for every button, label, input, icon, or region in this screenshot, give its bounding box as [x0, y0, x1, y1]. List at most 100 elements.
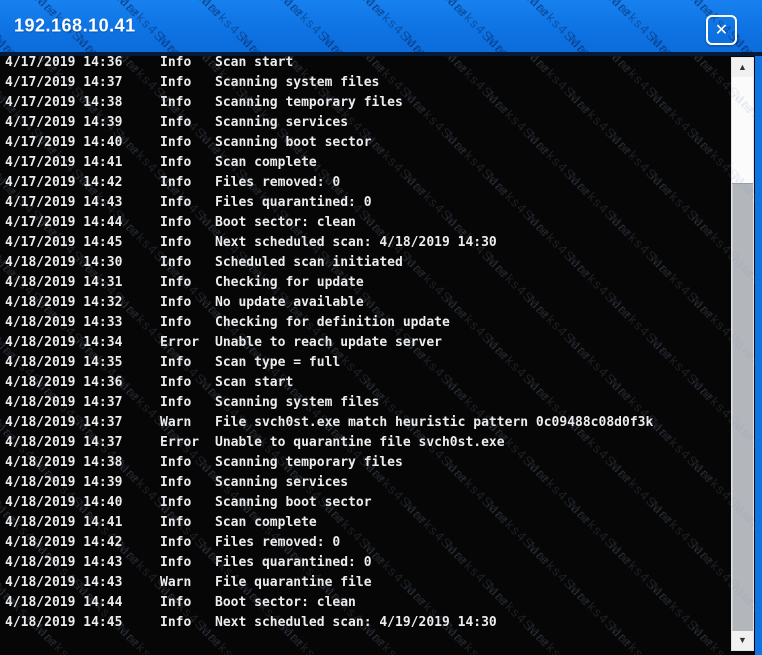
log-timestamp: 4/18/2019 14:41: [5, 514, 123, 530]
log-message: Scheduled scan initiated: [215, 254, 403, 270]
watermark-text: Marks4Sure: [237, 0, 308, 21]
log-row: 4/18/2019 14:30 Info Scheduled scan initia…: [5, 252, 725, 272]
log-row: 4/17/2019 14:45 Info Next scheduled scan: …: [5, 232, 725, 252]
log-timestamp: 4/18/2019 14:42: [5, 534, 123, 550]
log-message: Files quarantined: 0: [215, 554, 372, 570]
window-title: 192.168.10.41: [14, 15, 136, 36]
log-level: Info: [160, 374, 192, 390]
log-level: Info: [160, 354, 192, 370]
log-row: 4/18/2019 14:43 Info Files quarantined: 0: [5, 552, 725, 572]
log-row: 4/18/2019 14:39 Info Scanning services: [5, 472, 725, 492]
log-level: Info: [160, 94, 192, 110]
log-timestamp: 4/18/2019 14:37: [5, 414, 123, 430]
log-message: Scanning temporary files: [215, 94, 403, 110]
watermark-text: Marks4Sure: [319, 0, 390, 21]
log-message: Scanning services: [215, 474, 349, 490]
log-row: 4/17/2019 14:37 Info Scanning system files: [5, 72, 725, 92]
log-message: Boot sector: clean: [215, 214, 356, 230]
log-level: Warn: [160, 574, 192, 590]
scrollbar-thumb[interactable]: [732, 183, 753, 631]
vertical-scrollbar[interactable]: ▲ ▼: [731, 57, 754, 651]
watermark-text: Marks4Sure: [360, 0, 432, 52]
log-timestamp: 4/18/2019 14:44: [5, 594, 123, 610]
log-level: Info: [160, 74, 192, 90]
log-timestamp: 4/17/2019 14:45: [5, 234, 123, 250]
log-timestamp: 4/17/2019 14:37: [5, 74, 123, 90]
watermark-text: Marks4Sure: [483, 32, 554, 52]
down-arrow-icon: ▼: [738, 635, 747, 645]
log-timestamp: 4/18/2019 14:32: [5, 294, 123, 310]
scroll-up-button[interactable]: ▲: [732, 58, 753, 77]
log-level: Info: [160, 474, 192, 490]
log-timestamp: 4/18/2019 14:43: [5, 554, 123, 570]
log-message: Unable to quarantine file svch0st.exe: [215, 434, 505, 450]
scroll-down-button[interactable]: ▼: [732, 631, 753, 650]
log-level: Info: [160, 454, 192, 470]
log-timestamp: 4/18/2019 14:33: [5, 314, 123, 330]
close-icon: ✕: [714, 20, 729, 39]
scrollbar-track[interactable]: [732, 77, 753, 631]
log-message: Scan start: [215, 374, 294, 390]
log-row: 4/17/2019 14:36 Info Scan start: [5, 56, 725, 72]
log-row: 4/18/2019 14:37 Error Unable to quarantine…: [5, 432, 725, 452]
log-timestamp: 4/18/2019 14:40: [5, 494, 123, 510]
log-row: 4/18/2019 14:34 Error Unable to reach upda…: [5, 332, 725, 352]
log-row: 4/18/2019 14:37 Info Scanning system files: [5, 392, 725, 412]
log-level: Info: [160, 534, 192, 550]
log-message: Scanning services: [215, 114, 349, 130]
log-row: 4/18/2019 14:33 Info Checking for definiti…: [5, 312, 725, 332]
log-row: 4/18/2019 14:43 Warn File quarantine file: [5, 572, 725, 592]
log-message: Files removed: 0: [215, 174, 341, 190]
log-timestamp: 4/18/2019 14:34: [5, 334, 123, 350]
log-row: 4/17/2019 14:40 Info Scanning boot sector: [5, 132, 725, 152]
watermark-text: Marks4Sure: [196, 0, 268, 52]
log-timestamp: 4/18/2019 14:30: [5, 254, 123, 270]
log-timestamp: 4/17/2019 14:40: [5, 134, 123, 150]
log-level: Info: [160, 494, 192, 510]
log-level: Info: [160, 134, 192, 150]
log-level: Info: [160, 274, 192, 290]
log-level: Info: [160, 254, 192, 270]
log-level: Info: [160, 394, 192, 410]
log-message: Scanning temporary files: [215, 454, 403, 470]
watermark-text: Marks4Sure: [401, 0, 472, 21]
log-row: 4/17/2019 14:39 Info Scanning services: [5, 112, 725, 132]
log-level: Info: [160, 234, 192, 250]
log-list: 4/17/2019 14:36 Info Scan start 4/17/2019 1…: [5, 56, 725, 632]
watermark-text: Marks4Sure: [278, 0, 350, 52]
log-timestamp: 4/18/2019 14:45: [5, 614, 123, 630]
watermark-text: Marks4Sure: [442, 0, 514, 52]
log-timestamp: 4/18/2019 14:38: [5, 454, 123, 470]
log-message: Checking for update: [215, 274, 364, 290]
log-message: Checking for definition update: [215, 314, 450, 330]
log-timestamp: 4/17/2019 14:42: [5, 174, 123, 190]
watermark-text: Marks4Sure: [606, 0, 678, 52]
watermark-text: Marks4Sure: [524, 0, 596, 52]
watermark-text: Marks4Sure: [565, 0, 636, 21]
log-message: Unable to reach update server: [215, 334, 442, 350]
log-message: Files quarantined: 0: [215, 194, 372, 210]
log-level: Info: [160, 194, 192, 210]
log-level: Info: [160, 56, 192, 70]
log-timestamp: 4/17/2019 14:39: [5, 114, 123, 130]
log-timestamp: 4/17/2019 14:36: [5, 56, 123, 70]
log-row: 4/18/2019 14:31 Info Checking for update: [5, 272, 725, 292]
log-level: Info: [160, 154, 192, 170]
watermark-text: Marks4Sure: [319, 32, 390, 52]
log-message: Scan start: [215, 56, 294, 70]
log-message: File quarantine file: [215, 574, 372, 590]
log-level: Info: [160, 294, 192, 310]
log-timestamp: 4/18/2019 14:43: [5, 574, 123, 590]
log-level: Warn: [160, 414, 192, 430]
log-level: Error: [160, 334, 200, 350]
log-viewport: 4/17/2019 14:36 Info Scan start 4/17/2019 1…: [0, 56, 755, 655]
log-row: 4/18/2019 14:42 Info Files removed: 0: [5, 532, 725, 552]
log-message: Boot sector: clean: [215, 594, 356, 610]
log-level: Info: [160, 594, 192, 610]
watermark-text: Marks4Sure: [155, 0, 226, 21]
log-level: Error: [160, 434, 200, 450]
log-timestamp: 4/18/2019 14:39: [5, 474, 123, 490]
log-level: Info: [160, 514, 192, 530]
log-level: Info: [160, 174, 192, 190]
close-button[interactable]: ✕: [706, 15, 737, 45]
